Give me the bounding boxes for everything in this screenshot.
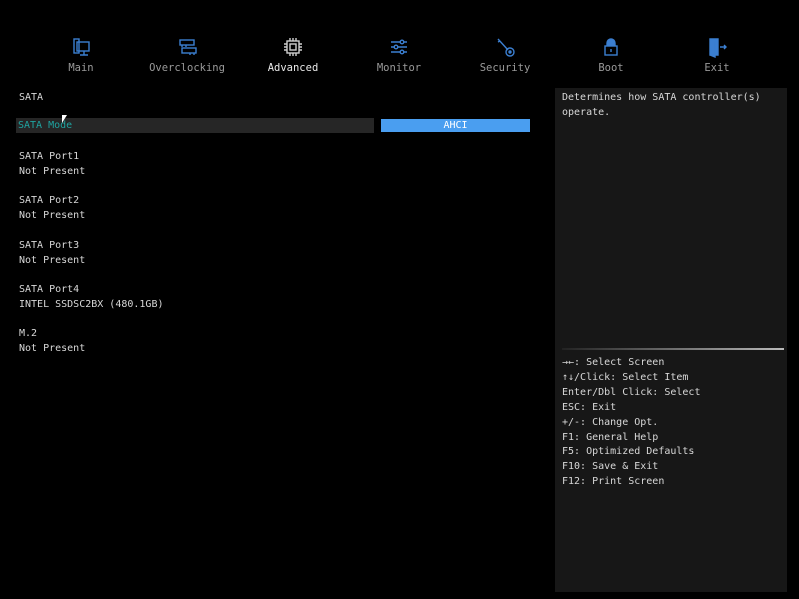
- monitor-icon: [73, 38, 90, 56]
- tab-label: Advanced: [267, 62, 319, 74]
- memory-icon: [179, 39, 197, 55]
- tab-advanced[interactable]: Advanced: [243, 36, 343, 74]
- mouse-cursor-icon: [62, 115, 67, 123]
- tab-label: Exit: [704, 62, 730, 74]
- key-hint: ↑↓/Click: Select Item: [562, 371, 689, 383]
- tab-main[interactable]: Main: [31, 36, 131, 74]
- tab-label: Monitor: [376, 62, 422, 74]
- port-status: Not Present: [19, 343, 86, 355]
- tab-exit[interactable]: Exit: [667, 36, 767, 74]
- key-hint: →←: Select Screen: [562, 357, 665, 368]
- key-hint: +/-: Change Opt.: [562, 416, 659, 428]
- section-title: SATA: [19, 92, 44, 103]
- key-icon: [497, 38, 515, 57]
- key-hint: F12: Print Screen: [562, 476, 665, 488]
- tab-label: Overclocking: [149, 62, 225, 74]
- tab-label: Main: [68, 62, 94, 74]
- key-legend: →←: Select Screen ↑↓/Click: Select Item En…: [562, 356, 700, 490]
- key-hint: F10: Save & Exit: [562, 461, 659, 473]
- key-hint: F5: Optimized Defaults: [562, 446, 695, 458]
- port-name: SATA Port1: [19, 151, 80, 162]
- exit-door-icon: [709, 38, 727, 58]
- tab-label: Boot: [598, 62, 624, 74]
- port-status: INTEL SSDSC2BX (480.1GB): [19, 298, 164, 310]
- tab-monitor[interactable]: Monitor: [349, 36, 449, 74]
- help-description: Determines how SATA controller(s) operat…: [562, 92, 761, 118]
- port-name: SATA Port3: [19, 239, 80, 251]
- tab-boot[interactable]: Boot: [561, 36, 661, 74]
- key-hint: Enter/Dbl Click: Select: [562, 386, 701, 398]
- tab-label: Security: [479, 62, 531, 74]
- port-status: Not Present: [19, 254, 86, 266]
- cpu-chip-icon: [284, 38, 302, 56]
- lock-icon: [604, 38, 618, 56]
- help-divider: [562, 348, 784, 350]
- tab-overclocking[interactable]: Overclocking: [137, 36, 237, 74]
- sata-mode-value[interactable]: AHCI: [381, 119, 530, 132]
- port-name: M.2: [19, 328, 38, 340]
- help-panel: Determines how SATA controller(s) operat…: [555, 88, 787, 592]
- sata-mode-row[interactable]: SATA Mode: [16, 118, 374, 133]
- port-name: SATA Port4: [19, 283, 80, 295]
- port-status: Not Present: [19, 210, 86, 222]
- port-status: Not Present: [19, 166, 86, 177]
- key-hint: F1: General Help: [562, 431, 659, 443]
- port-name: SATA Port2: [19, 195, 80, 207]
- tab-security[interactable]: Security: [455, 36, 555, 74]
- sliders-icon: [391, 39, 407, 55]
- key-hint: ESC: Exit: [562, 401, 617, 413]
